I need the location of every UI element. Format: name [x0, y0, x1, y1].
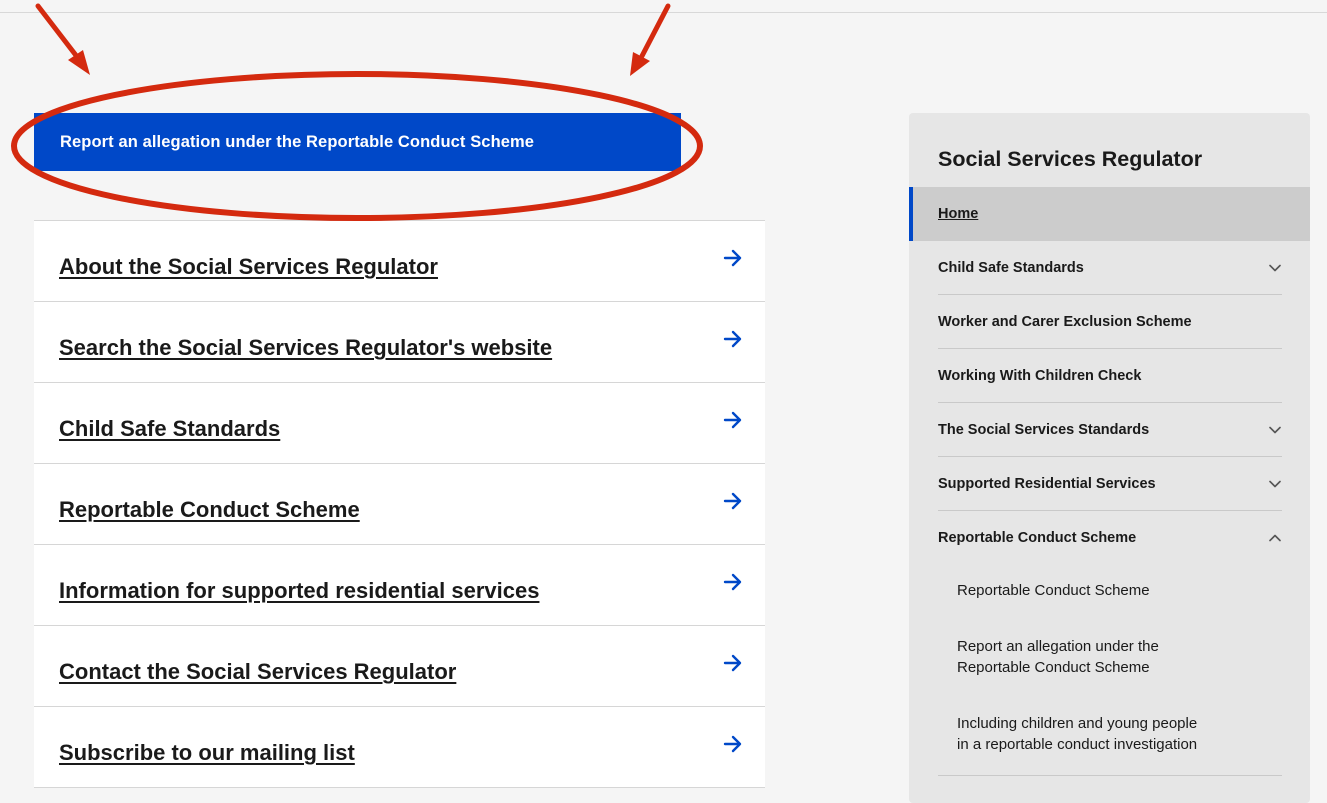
- link-contact[interactable]: Contact the Social Services Regulator: [59, 659, 456, 685]
- arrow-right-icon: [723, 330, 742, 348]
- sidebar-item-label: Worker and Carer Exclusion Scheme: [938, 314, 1192, 330]
- sidebar-divider: [938, 775, 1282, 776]
- sidebar-subitem-line: Including children and young people: [957, 715, 1198, 732]
- sidebar-item-reportable-conduct[interactable]: Reportable Conduct Scheme: [938, 511, 1282, 565]
- arrow-right-icon: [723, 249, 742, 267]
- chevron-down-icon[interactable]: [1268, 479, 1282, 489]
- link-card-about[interactable]: About the Social Services Regulator: [34, 221, 765, 302]
- annotation-arrow-left: [35, 3, 90, 75]
- arrow-right-icon: [723, 411, 742, 429]
- sidebar-item-label: The Social Services Standards: [938, 422, 1150, 438]
- arrow-right-icon: [723, 735, 742, 753]
- arrow-right-icon: [723, 573, 742, 591]
- sidebar-item-label: Child Safe Standards: [938, 260, 1084, 276]
- sidebar-subitem-line: Report an allegation under the: [957, 638, 1159, 655]
- quick-links-list: About the Social Services Regulator Sear…: [34, 220, 765, 788]
- sidebar-title: Social Services Regulator: [938, 147, 1203, 171]
- sidebar-subitem-report-allegation[interactable]: Report an allegation under the Reportabl…: [957, 636, 1287, 678]
- link-card-child-safe[interactable]: Child Safe Standards: [34, 383, 765, 464]
- chevron-up-icon[interactable]: [1268, 533, 1282, 543]
- sidebar-subitem-reportable-conduct[interactable]: Reportable Conduct Scheme: [957, 580, 1287, 601]
- chevron-down-icon[interactable]: [1268, 425, 1282, 435]
- link-search[interactable]: Search the Social Services Regulator's w…: [59, 335, 552, 361]
- link-child-safe[interactable]: Child Safe Standards: [59, 416, 280, 442]
- sidebar-subitem-line: Reportable Conduct Scheme: [957, 659, 1150, 676]
- link-card-search[interactable]: Search the Social Services Regulator's w…: [34, 302, 765, 383]
- sidebar-item-child-safe-standards[interactable]: Child Safe Standards: [938, 241, 1282, 295]
- annotation-arrow-right: [630, 3, 671, 76]
- sidebar-item-supported-residential[interactable]: Supported Residential Services: [938, 457, 1282, 511]
- link-card-contact[interactable]: Contact the Social Services Regulator: [34, 626, 765, 707]
- sidebar-item-worker-carer-exclusion[interactable]: Worker and Carer Exclusion Scheme: [938, 295, 1282, 349]
- sidebar-item-label: Supported Residential Services: [938, 476, 1156, 492]
- report-allegation-button[interactable]: Report an allegation under the Reportabl…: [34, 113, 681, 171]
- sidebar-item-home[interactable]: Home: [909, 187, 1310, 241]
- chevron-down-icon[interactable]: [1268, 263, 1282, 273]
- sidebar-item-social-services-standards[interactable]: The Social Services Standards: [938, 403, 1282, 457]
- arrow-right-icon: [723, 492, 742, 510]
- sidebar-item-home-label[interactable]: Home: [938, 206, 978, 222]
- sidebar-nav: Social Services Regulator Home Child Saf…: [909, 113, 1310, 803]
- link-card-reportable-conduct[interactable]: Reportable Conduct Scheme: [34, 464, 765, 545]
- link-subscribe[interactable]: Subscribe to our mailing list: [59, 740, 355, 766]
- sidebar-subitem-including-children[interactable]: Including children and young people in a…: [957, 713, 1287, 755]
- sidebar-item-label: Reportable Conduct Scheme: [938, 530, 1137, 546]
- sidebar-item-label: Working With Children Check: [938, 368, 1142, 384]
- link-srs-info[interactable]: Information for supported residential se…: [59, 578, 539, 604]
- sidebar-subitem-line: in a reportable conduct investigation: [957, 736, 1198, 753]
- link-card-subscribe[interactable]: Subscribe to our mailing list: [34, 707, 765, 788]
- page-top-rule: [0, 12, 1327, 13]
- sidebar-item-working-with-children[interactable]: Working With Children Check: [938, 349, 1282, 403]
- sidebar-subitem-line: Reportable Conduct Scheme: [957, 582, 1150, 599]
- link-card-srs-info[interactable]: Information for supported residential se…: [34, 545, 765, 626]
- link-reportable-conduct[interactable]: Reportable Conduct Scheme: [59, 497, 360, 523]
- link-about[interactable]: About the Social Services Regulator: [59, 254, 438, 280]
- arrow-right-icon: [723, 654, 742, 672]
